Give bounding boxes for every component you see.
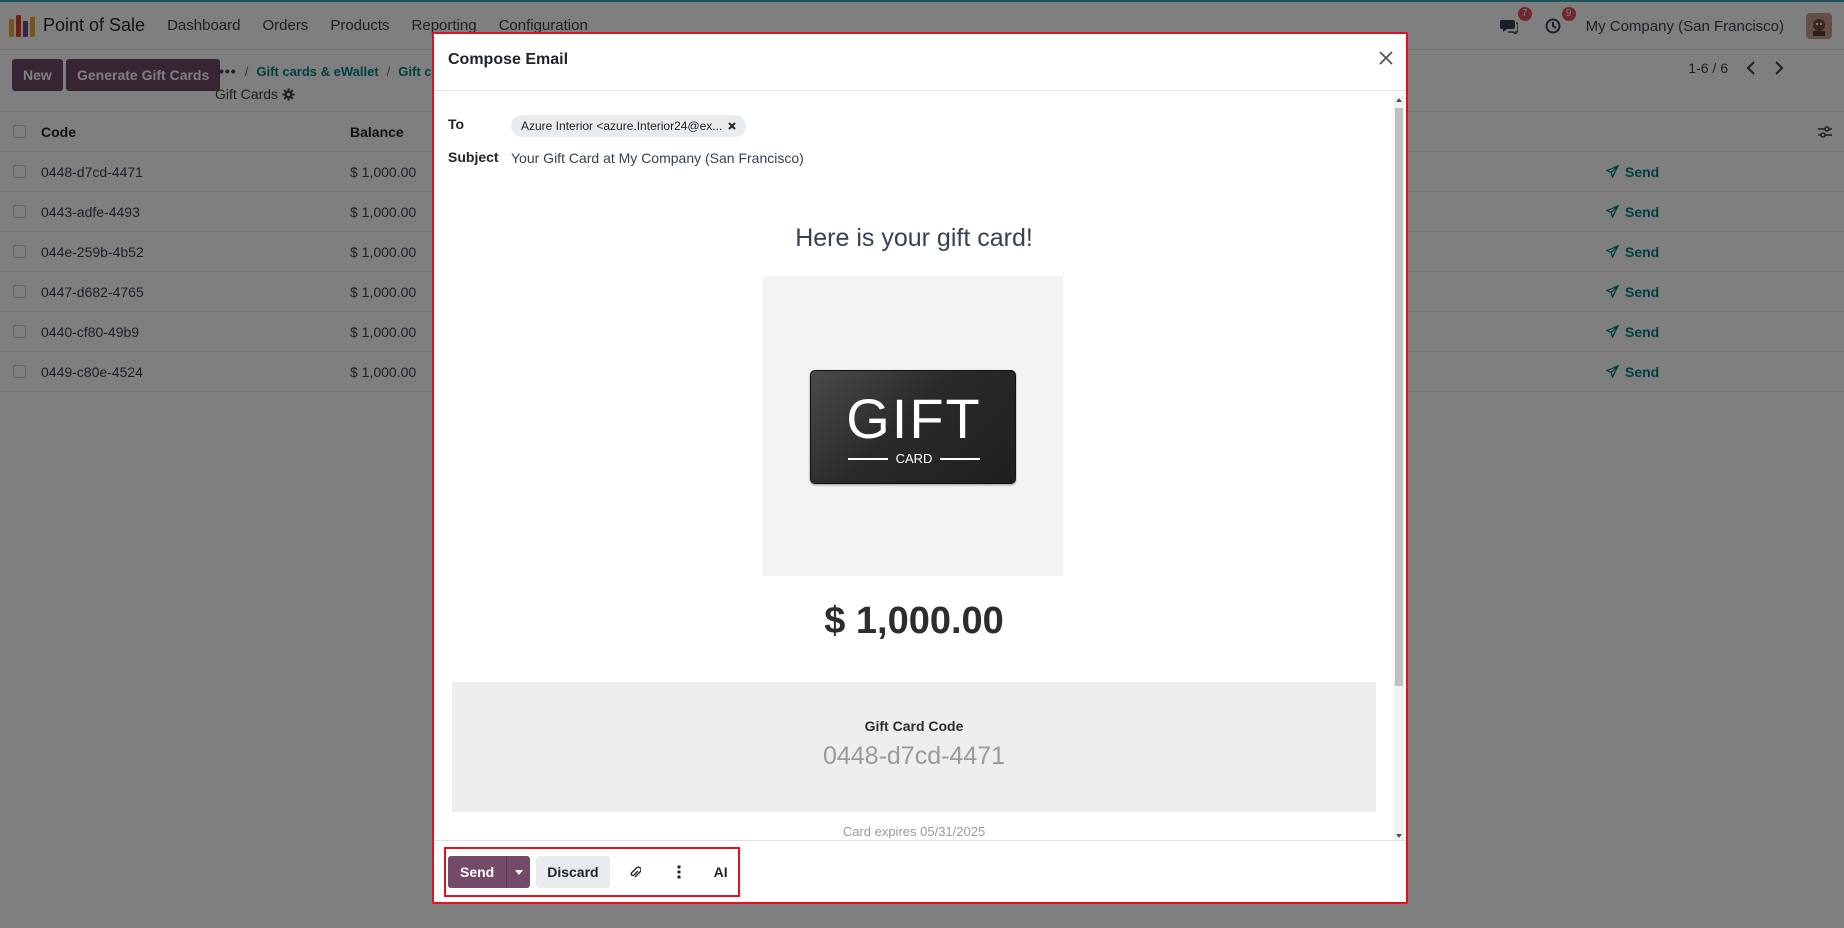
send-button-group: Send xyxy=(448,856,531,888)
footer-actions: Send Discard AI xyxy=(444,847,740,897)
remove-tag-icon[interactable] xyxy=(728,122,736,130)
subject-label: Subject xyxy=(448,149,499,165)
gift-card-code-label: Gift Card Code xyxy=(864,718,964,734)
email-greeting[interactable]: Here is your gift card! xyxy=(434,224,1394,253)
subject-input[interactable]: Your Gift Card at My Company (San Franci… xyxy=(511,150,804,166)
send-options-dropdown[interactable] xyxy=(506,856,531,888)
compose-email-dialog: Compose Email To Azure Interior <azure.I… xyxy=(432,32,1408,904)
dialog-body: To Azure Interior <azure.Interior24@ex..… xyxy=(434,92,1406,840)
close-icon[interactable] xyxy=(1378,50,1394,66)
dialog-footer: Send Discard AI xyxy=(434,840,1406,904)
paperclip-icon xyxy=(630,866,641,878)
discard-button[interactable]: Discard xyxy=(536,856,610,888)
card-divider xyxy=(940,457,981,460)
scroll-down-arrow-icon[interactable] xyxy=(1396,834,1402,838)
gift-card-image-frame[interactable]: GIFT CARD xyxy=(763,276,1063,576)
vertical-ellipsis-icon xyxy=(676,865,681,879)
gift-card-big-text: GIFT xyxy=(846,387,982,450)
scroll-up-arrow-icon[interactable] xyxy=(1396,98,1402,102)
caret-down-icon xyxy=(514,869,523,875)
gift-card-code-box[interactable]: Gift Card Code 0448-d7cd-4471 xyxy=(452,682,1376,812)
attach-button[interactable] xyxy=(616,856,654,888)
gift-card-amount[interactable]: $ 1,000.00 xyxy=(434,600,1394,643)
card-divider xyxy=(847,457,888,460)
send-button[interactable]: Send xyxy=(448,856,507,888)
recipient-tag-text: Azure Interior <azure.Interior24@ex... xyxy=(521,119,723,133)
dialog-header: Compose Email xyxy=(434,34,1406,91)
card-expiry-text[interactable]: Card expires 05/31/2025 xyxy=(434,824,1394,839)
gift-card-small-text: CARD xyxy=(811,451,1017,466)
dialog-title: Compose Email xyxy=(448,51,569,68)
ai-button[interactable]: AI xyxy=(704,856,738,888)
dialog-scrollbar[interactable] xyxy=(1394,96,1404,840)
gift-card-image: GIFT CARD xyxy=(810,370,1016,484)
gift-card-code-value: 0448-d7cd-4471 xyxy=(822,742,1006,770)
to-label: To xyxy=(448,116,465,132)
card-label: CARD xyxy=(895,451,933,466)
scrollbar-thumb[interactable] xyxy=(1395,108,1403,686)
more-options-button[interactable] xyxy=(660,856,698,888)
recipient-tag[interactable]: Azure Interior <azure.Interior24@ex... xyxy=(511,115,747,137)
